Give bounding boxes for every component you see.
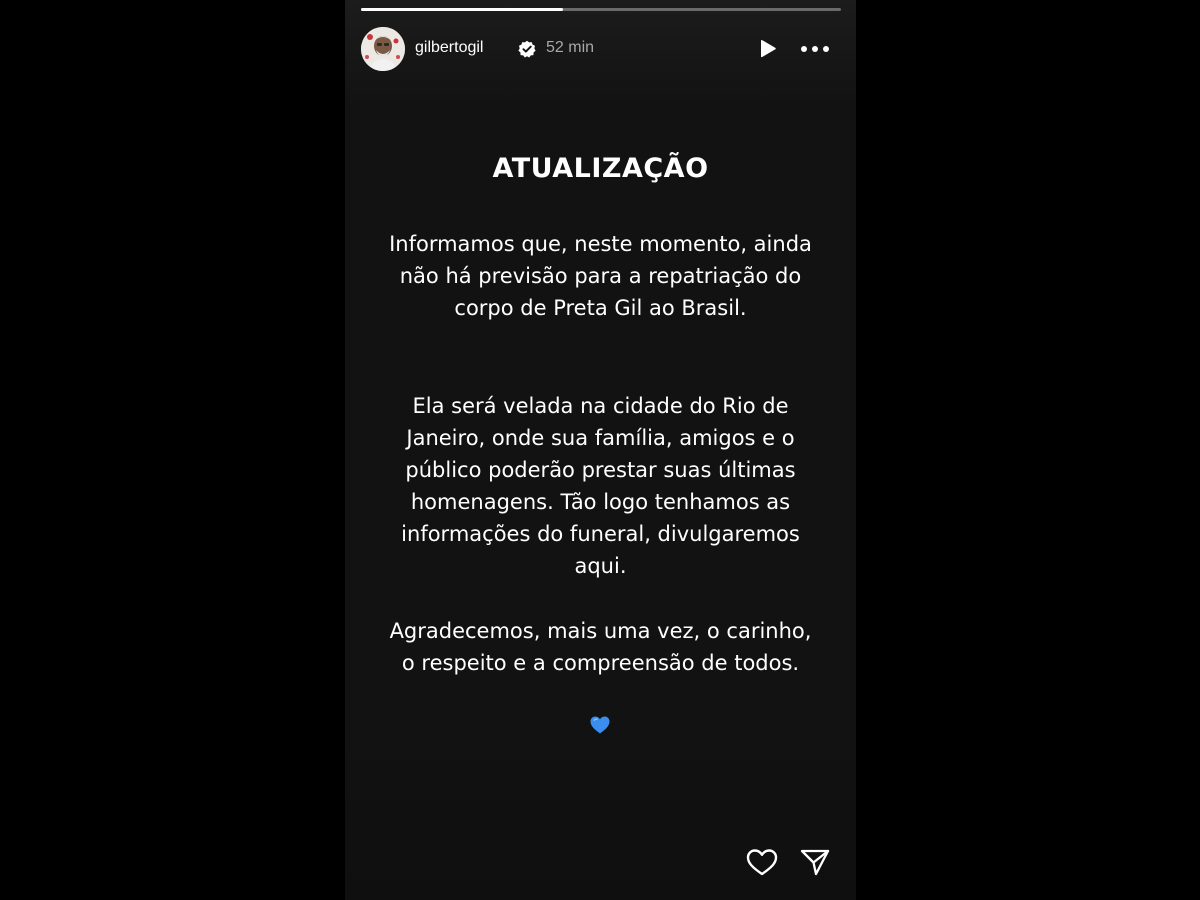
story-header: gilbertogil 52 min [361, 26, 841, 72]
story-paragraph-1: Informamos que, neste momento, ainda não… [389, 232, 812, 320]
avatar[interactable] [361, 27, 405, 71]
like-button[interactable] [745, 846, 779, 878]
story-title: ATUALIZAÇÃO [492, 153, 709, 184]
send-icon [800, 849, 830, 876]
heart-outline-icon [746, 849, 778, 876]
avatar-image [361, 27, 405, 71]
story-progress-fill [361, 8, 563, 11]
share-button[interactable] [799, 846, 831, 878]
story-paragraph-2: Ela será velada na cidade do Rio de Jane… [401, 394, 800, 578]
story-progress-bar [361, 8, 841, 11]
story-viewer[interactable]: gilbertogil 52 min ATUALIZAÇÃO Informamo… [345, 0, 856, 900]
story-timestamp: 52 min [546, 39, 595, 56]
verified-badge-icon [518, 40, 536, 58]
play-button[interactable] [756, 38, 778, 60]
page: gilbertogil 52 min ATUALIZAÇÃO Informamo… [0, 0, 1200, 900]
more-options-button[interactable] [799, 38, 831, 60]
username[interactable]: gilbertogil [415, 39, 483, 57]
blue-heart-emoji-icon [589, 714, 611, 736]
more-horizontal-icon [801, 46, 829, 52]
play-icon [761, 40, 776, 58]
story-paragraph-3: Agradecemos, mais uma vez, o carinho, o … [389, 619, 812, 675]
